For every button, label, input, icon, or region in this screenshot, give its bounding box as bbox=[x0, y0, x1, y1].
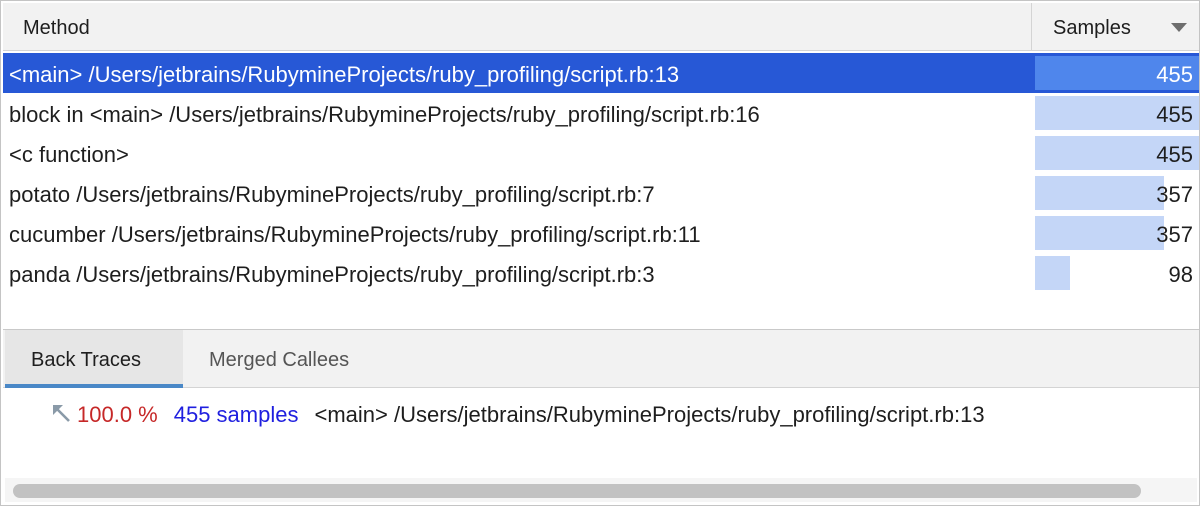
trace-samples: 455 samples bbox=[173, 402, 299, 427]
row-samples: 98 bbox=[1168, 262, 1193, 287]
column-header-samples-label: Samples bbox=[1053, 17, 1131, 39]
column-header-method-label: Method bbox=[23, 17, 90, 39]
trace-method: <main> /Users/jetbrains/RubymineProjects… bbox=[314, 402, 985, 427]
table-row[interactable]: <main> /Users/jetbrains/RubymineProjects… bbox=[3, 53, 1199, 93]
row-method: potato /Users/jetbrains/RubymineProjects… bbox=[9, 182, 655, 207]
arrow-up-left-icon bbox=[53, 405, 70, 422]
row-method: <main> /Users/jetbrains/RubymineProjects… bbox=[9, 62, 680, 87]
row-samples: 455 bbox=[1156, 62, 1193, 87]
row-method: panda /Users/jetbrains/RubymineProjects/… bbox=[9, 262, 655, 287]
trace-row[interactable]: 100.0 % 455 samples <main> /Users/jetbrain… bbox=[49, 401, 985, 428]
samples-bar bbox=[1035, 216, 1164, 250]
row-samples: 357 bbox=[1156, 182, 1193, 207]
chevron-down-icon[interactable] bbox=[1171, 23, 1187, 32]
table-row[interactable]: panda /Users/jetbrains/RubymineProjects/… bbox=[3, 253, 1199, 293]
table-row[interactable]: cucumber /Users/jetbrains/RubymineProjec… bbox=[3, 213, 1199, 253]
row-method: block in <main> /Users/jetbrains/Rubymin… bbox=[9, 102, 760, 127]
bottom-tabs: Back Traces Merged Callees bbox=[3, 330, 1199, 388]
row-samples: 357 bbox=[1156, 222, 1193, 247]
tab-active-indicator bbox=[5, 384, 183, 388]
back-traces-panel: 100.0 % 455 samples <main> /Users/jetbrain… bbox=[5, 389, 1197, 477]
scrollbar-thumb[interactable] bbox=[13, 484, 1141, 498]
method-table: <main> /Users/jetbrains/RubymineProjects… bbox=[3, 53, 1199, 293]
row-samples: 455 bbox=[1156, 102, 1193, 127]
profiler-window: Method Samples <main> /Users/jetbrains/R… bbox=[0, 0, 1200, 506]
table-row[interactable]: block in <main> /Users/jetbrains/Rubymin… bbox=[3, 93, 1199, 133]
trace-percent: 100.0 % bbox=[77, 402, 158, 427]
horizontal-scrollbar[interactable] bbox=[5, 478, 1197, 502]
table-row[interactable]: potato /Users/jetbrains/RubymineProjects… bbox=[3, 173, 1199, 213]
row-method: cucumber /Users/jetbrains/RubymineProjec… bbox=[9, 222, 701, 247]
row-method: <c function> bbox=[9, 142, 129, 167]
column-header-samples[interactable]: Samples bbox=[1033, 3, 1199, 51]
tab-merged-callees[interactable]: Merged Callees bbox=[209, 349, 349, 372]
samples-bar bbox=[1035, 256, 1070, 290]
table-header: Method Samples bbox=[3, 3, 1199, 51]
column-header-method[interactable]: Method bbox=[3, 3, 1032, 51]
row-samples: 455 bbox=[1156, 142, 1193, 167]
tab-back-traces[interactable]: Back Traces bbox=[31, 349, 141, 372]
samples-bar bbox=[1035, 176, 1164, 210]
table-row[interactable]: <c function> 455 bbox=[3, 133, 1199, 173]
